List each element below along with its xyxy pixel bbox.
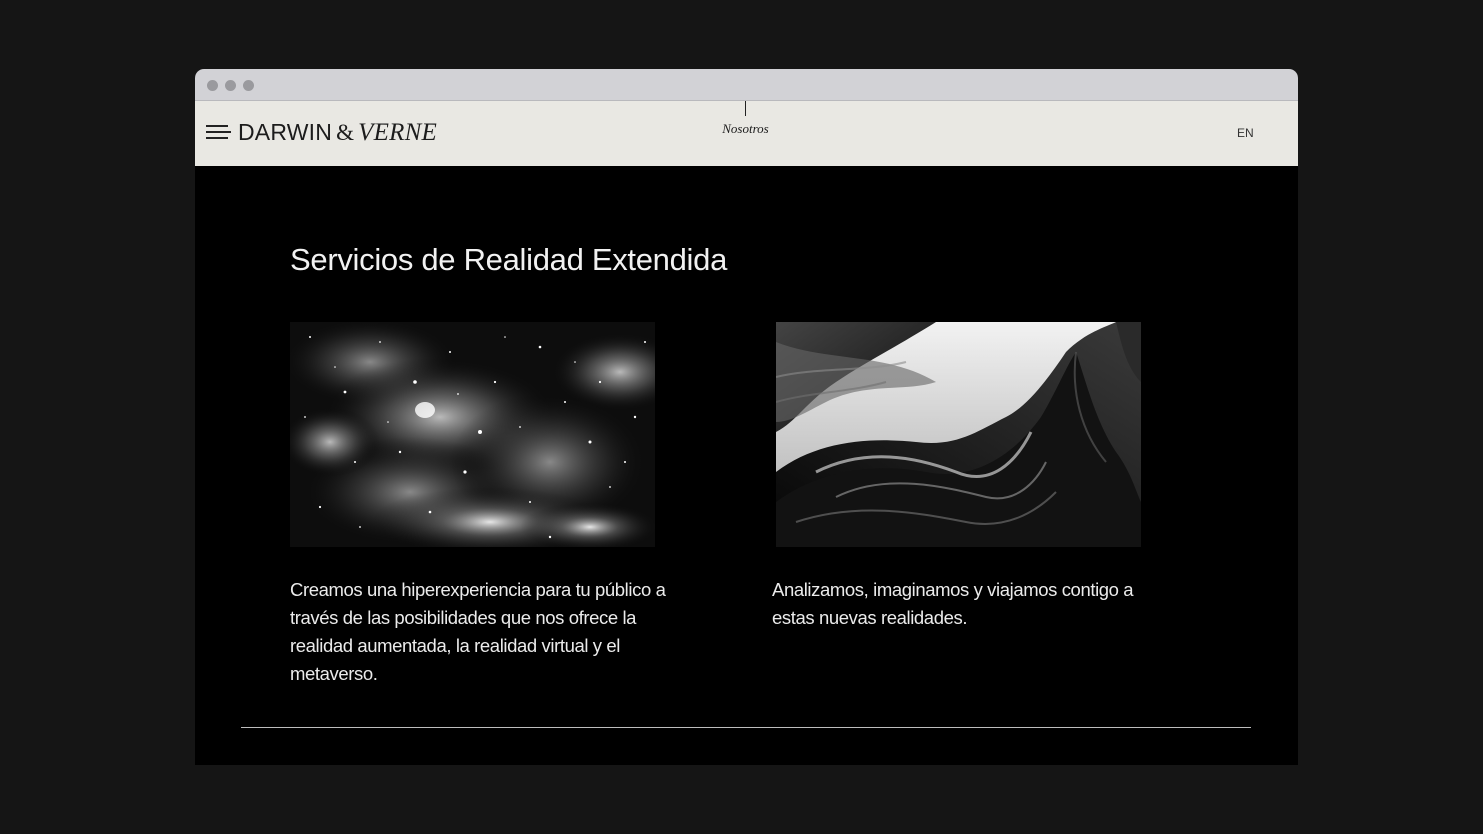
window-maximize-button[interactable] [243, 80, 254, 91]
galaxy-nebula-image [290, 322, 655, 547]
browser-window: DARWIN & VERNE Nosotros EN Servicios de Re… [195, 69, 1298, 765]
browser-titlebar [195, 69, 1298, 101]
logo-ampersand: & [336, 120, 355, 145]
site-logo[interactable]: DARWIN & VERNE [238, 119, 437, 147]
site-navbar: DARWIN & VERNE Nosotros EN [195, 101, 1298, 166]
window-close-button[interactable] [207, 80, 218, 91]
card-2-description: Analizamos, imaginamos y viajamos contig… [772, 579, 1134, 628]
window-minimize-button[interactable] [225, 80, 236, 91]
language-switch[interactable]: EN [1237, 126, 1254, 140]
hamburger-menu-icon[interactable] [206, 123, 231, 141]
nav-active-indicator [745, 101, 746, 116]
page-heading: Servicios de Realidad Extendida [290, 242, 728, 277]
nav-link-nosotros[interactable]: Nosotros [695, 121, 796, 137]
logo-text-darwin: DARWIN [238, 119, 333, 145]
card-1-description: Creamos una hiperexperiencia para tu púb… [290, 579, 666, 684]
logo-text-verne: VERNE [358, 119, 437, 146]
section-divider [241, 727, 1251, 728]
sandstone-canyon-image [776, 322, 1141, 547]
